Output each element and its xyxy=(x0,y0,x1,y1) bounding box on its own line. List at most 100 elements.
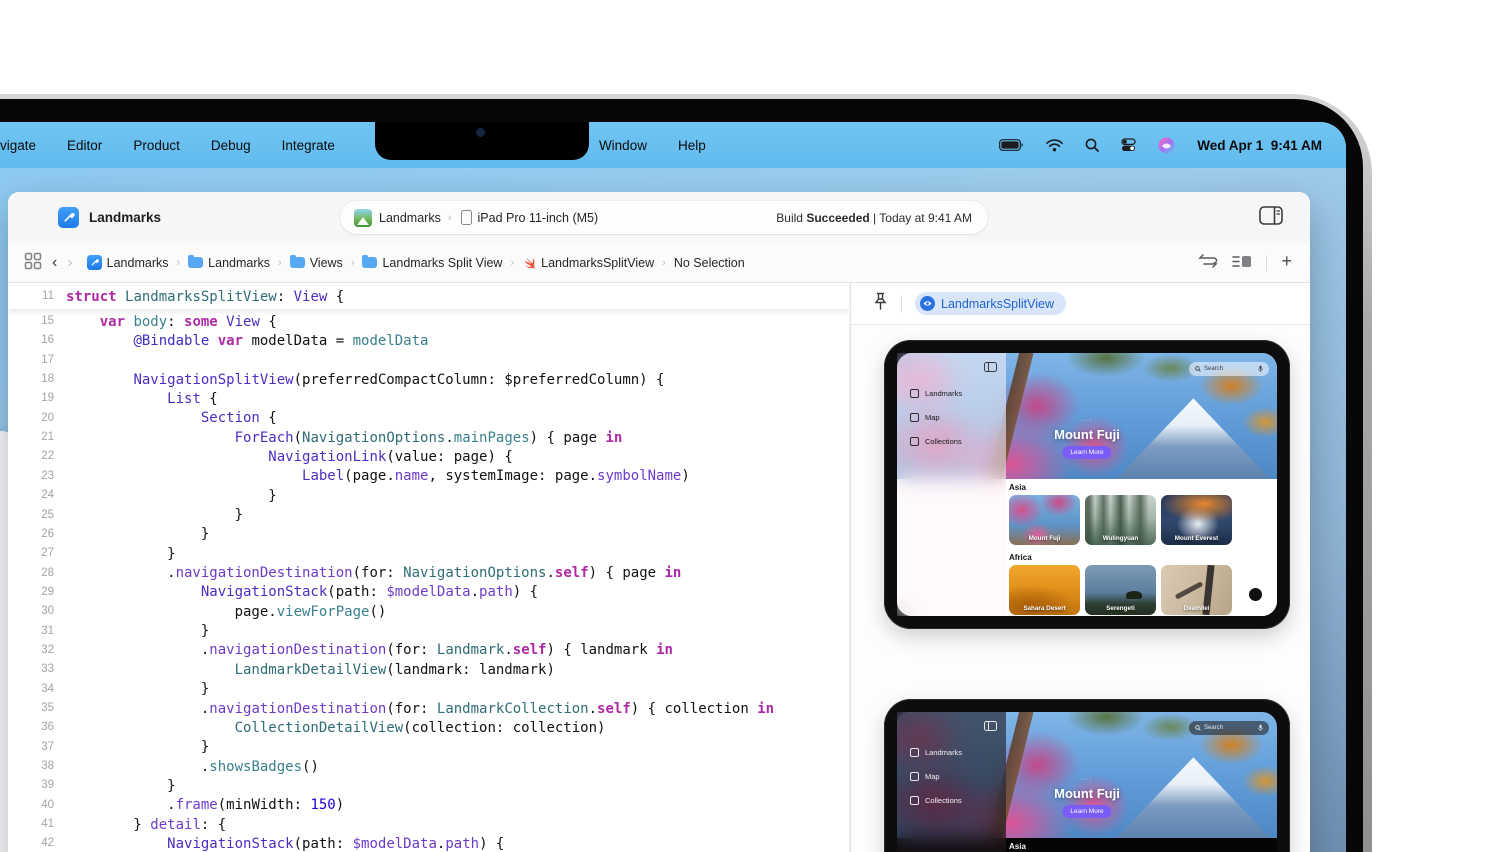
line-number: 31 xyxy=(8,625,54,637)
code-text: NavigationStack(path: $modelData.path) { xyxy=(66,584,538,600)
code-text: struct LandmarksSplitView: View { xyxy=(66,289,344,305)
code-line[interactable]: 40 .frame(minWidth: 150) xyxy=(8,797,849,816)
breadcrumb-separator: › xyxy=(510,257,514,269)
code-line-sticky[interactable]: 11struct LandmarksSplitView: View { xyxy=(8,288,849,307)
sidebar-item-collections[interactable]: Collections xyxy=(910,796,962,805)
code-text: Label(page.name, systemImage: page.symbo… xyxy=(66,468,690,484)
code-line[interactable]: 26 } xyxy=(8,526,849,545)
breadcrumb-item[interactable]: Landmarks Split View xyxy=(362,256,502,270)
line-number: 38 xyxy=(8,760,54,772)
code-text: NavigationLink(value: page) { xyxy=(66,449,513,465)
sidebar-item-map[interactable]: Map xyxy=(910,413,940,422)
menu-item-window[interactable]: Window xyxy=(599,138,647,153)
siri-icon[interactable] xyxy=(1158,137,1175,154)
code-line[interactable]: 42 NavigationStack(path: $modelData.path… xyxy=(8,835,849,852)
menu-item-product[interactable]: Product xyxy=(133,138,180,153)
menu-bar: vigate Editor Product Debug Integrate Window H… xyxy=(0,122,1346,168)
code-line[interactable]: 41 } detail: { xyxy=(8,816,849,835)
landmark-thumbnail[interactable]: Deadvlei xyxy=(1161,565,1232,615)
sidebar-item-landmarks[interactable]: Landmarks xyxy=(910,748,962,757)
code-line[interactable]: 34 } xyxy=(8,681,849,700)
sidebar-item-collections[interactable]: Collections xyxy=(910,437,962,446)
code-line[interactable]: 28 .navigationDestination(for: Navigatio… xyxy=(8,565,849,584)
learn-more-button[interactable]: Learn More xyxy=(1062,805,1111,818)
line-number: 26 xyxy=(8,528,54,540)
menu-item-help[interactable]: Help xyxy=(678,138,706,153)
sidebar-item-map[interactable]: Map xyxy=(910,772,940,781)
forward-button[interactable]: › xyxy=(67,254,72,272)
landmark-thumbnail[interactable]: Mount Everest xyxy=(1161,495,1232,545)
code-line[interactable]: 38 .showsBadges() xyxy=(8,758,849,777)
back-button[interactable]: ‹ xyxy=(52,254,57,272)
preview-tab[interactable]: LandmarksSplitView xyxy=(915,292,1066,315)
code-line[interactable]: 36 CollectionDetailView(collection: coll… xyxy=(8,719,849,738)
scheme-name[interactable]: Landmarks xyxy=(379,211,441,225)
sidebar-toggle-icon[interactable] xyxy=(984,721,997,731)
line-number: 34 xyxy=(8,683,54,695)
code-line[interactable]: 20 Section { xyxy=(8,410,849,429)
code-review-icon[interactable] xyxy=(1198,253,1218,272)
code-editor[interactable]: 11struct LandmarksSplitView: View { 15 va… xyxy=(8,283,849,852)
landmark-thumbnail[interactable]: Wulingyuan xyxy=(1085,495,1156,545)
breadcrumb-item[interactable]: Views xyxy=(290,256,343,270)
code-line[interactable]: 30 page.viewForPage() xyxy=(8,603,849,622)
code-line[interactable]: 19 List { xyxy=(8,390,849,409)
breadcrumb-item[interactable]: Landmarks xyxy=(188,256,270,270)
code-line[interactable]: 37 } xyxy=(8,739,849,758)
menu-item-integrate[interactable]: Integrate xyxy=(282,138,335,153)
code-line[interactable]: 32 .navigationDestination(for: Landmark.… xyxy=(8,642,849,661)
code-line[interactable]: 18 NavigationSplitView(preferredCompactC… xyxy=(8,371,849,390)
code-line[interactable]: 23 Label(page.name, systemImage: page.sy… xyxy=(8,468,849,487)
run-destination[interactable]: iPad Pro 11-inch (M5) xyxy=(478,211,599,225)
add-editor-button[interactable]: + xyxy=(1281,251,1292,272)
pointer-cursor-dot xyxy=(1249,588,1262,601)
battery-icon[interactable] xyxy=(999,139,1024,151)
code-line[interactable]: 22 NavigationLink(value: page) { xyxy=(8,448,849,467)
editor-options-icon[interactable] xyxy=(1232,254,1252,272)
code-line[interactable]: 39 } xyxy=(8,777,849,796)
code-line[interactable]: 17 xyxy=(8,352,849,371)
learn-more-button[interactable]: Learn More xyxy=(1062,446,1111,459)
menu-item-editor[interactable]: Editor xyxy=(67,138,102,153)
code-line[interactable]: 24 } xyxy=(8,487,849,506)
code-line[interactable]: 33 LandmarkDetailView(landmark: landmark… xyxy=(8,661,849,680)
ipad-preview-dark[interactable]: Search• • •Mount FujiLearn MoreAsiaMount… xyxy=(884,699,1290,852)
code-line[interactable]: 25 } xyxy=(8,507,849,526)
code-line[interactable]: 31 } xyxy=(8,623,849,642)
code-line[interactable]: 27 } xyxy=(8,545,849,564)
pin-preview-icon[interactable] xyxy=(873,292,888,316)
code-text: ForEach(NavigationOptions.mainPages) { p… xyxy=(66,430,622,446)
thumbnail-label: Sahara Desert xyxy=(1009,605,1080,612)
code-line[interactable]: 21 ForEach(NavigationOptions.mainPages) … xyxy=(8,429,849,448)
ipad-preview-light[interactable]: Search• • •Mount FujiLearn MoreAsiaMount… xyxy=(884,340,1290,629)
search-placeholder: Search xyxy=(1204,725,1223,731)
inspector-toggle-button[interactable] xyxy=(1259,206,1283,230)
breadcrumb-item[interactable]: LandmarksSplitView xyxy=(522,256,654,270)
wifi-icon[interactable] xyxy=(1046,139,1063,152)
breadcrumb-item[interactable]: Landmarks xyxy=(87,255,169,270)
code-line[interactable]: 35 .navigationDestination(for: LandmarkC… xyxy=(8,700,849,719)
menu-item-vigate[interactable]: vigate xyxy=(0,138,36,153)
code-line[interactable]: 29 NavigationStack(path: $modelData.path… xyxy=(8,584,849,603)
related-items-icon[interactable] xyxy=(24,252,42,273)
control-center-icon[interactable] xyxy=(1121,138,1136,152)
code-line[interactable]: 15 var body: some View { xyxy=(8,313,849,332)
breadcrumb-label: Views xyxy=(310,256,343,270)
build-status[interactable]: Build Succeeded | Today at 9:41 AM xyxy=(776,201,972,234)
code-line[interactable]: 16 @Bindable var modelData = modelData xyxy=(8,332,849,351)
scheme-selector[interactable]: Landmarks › iPad Pro 11-inch (M5) Build … xyxy=(340,201,988,234)
search-field[interactable]: Search xyxy=(1189,721,1269,735)
sidebar-toggle-icon[interactable] xyxy=(984,362,997,372)
search-field[interactable]: Search xyxy=(1189,362,1269,376)
landmark-thumbnail[interactable]: Sahara Desert xyxy=(1009,565,1080,615)
code-text: } xyxy=(66,546,176,562)
line-number: 15 xyxy=(8,315,54,327)
app-sidebar: Landmarks Map Collections xyxy=(897,353,1006,616)
landmark-thumbnail[interactable]: Serengeti xyxy=(1085,565,1156,615)
sidebar-item-landmarks[interactable]: Landmarks xyxy=(910,389,962,398)
breadcrumb-item[interactable]: No Selection xyxy=(674,256,745,270)
spotlight-search-icon[interactable] xyxy=(1085,138,1099,152)
menu-bar-clock[interactable]: Wed Apr 1 9:41 AM xyxy=(1197,138,1322,153)
landmark-thumbnail[interactable]: Mount Fuji xyxy=(1009,495,1080,545)
menu-item-debug[interactable]: Debug xyxy=(211,138,251,153)
